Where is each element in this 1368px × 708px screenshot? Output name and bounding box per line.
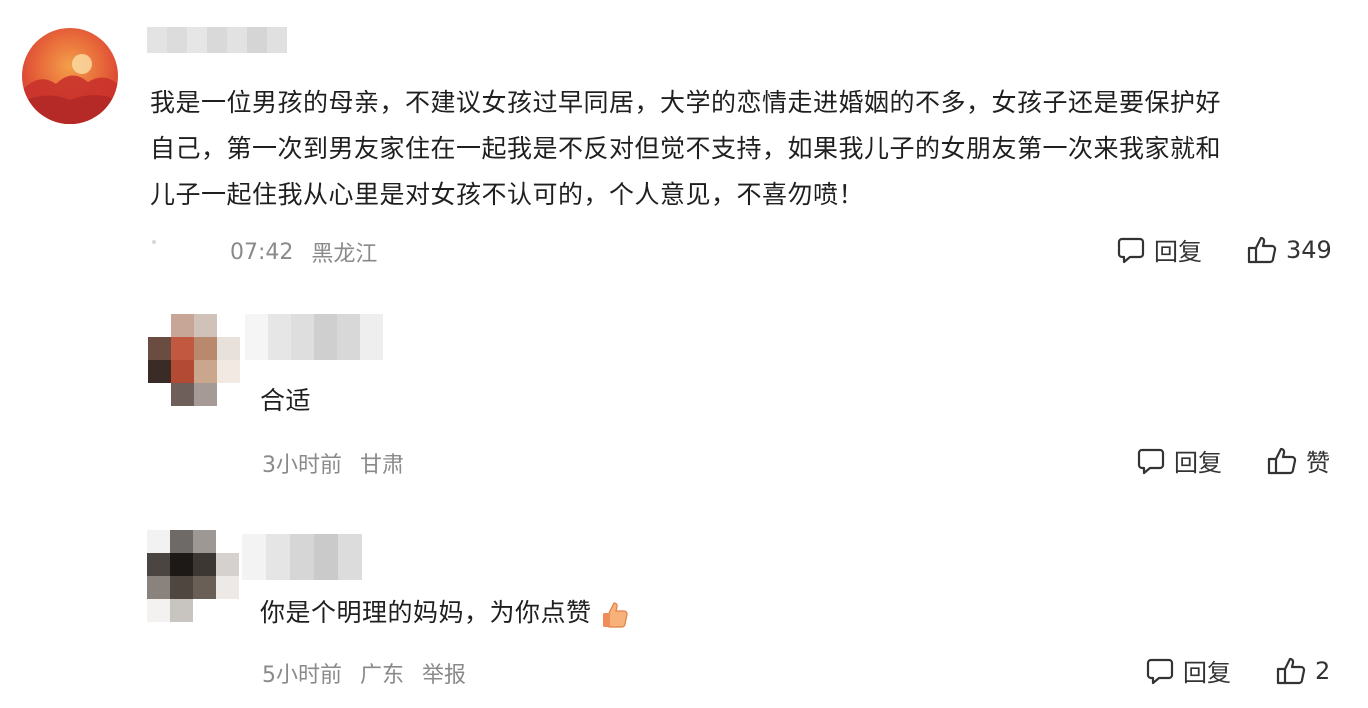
reply-label: 回复 [1174, 449, 1222, 477]
reply-button[interactable]: 回复 [1145, 653, 1231, 688]
like-label: 赞 [1306, 449, 1330, 477]
comment-bubble-icon [1137, 448, 1165, 474]
thumbs-up-icon [1267, 447, 1297, 474]
comment-meta: 3小时前 甘肃 [262, 447, 404, 479]
like-count: 349 [1286, 235, 1332, 264]
report-link[interactable]: 举报 [422, 657, 466, 689]
comment-bubble-icon [1146, 658, 1174, 684]
thumbs-up-emoji-icon [600, 598, 630, 628]
timestamp: 3小时前 [262, 453, 342, 478]
comment-actions: 回复 349 [1116, 232, 1332, 267]
comment-actions: 回复 赞 [1136, 443, 1330, 478]
location: 黑龙江 [311, 242, 378, 267]
comment-actions: 回复 2 [1145, 653, 1330, 688]
reply-label: 回复 [1183, 659, 1231, 687]
reply-label: 回复 [1154, 238, 1202, 266]
username-blurred[interactable] [147, 27, 287, 53]
thumbs-up-icon [1247, 236, 1277, 263]
timestamp: 07:42 [230, 239, 294, 265]
like-button[interactable]: 2 [1275, 655, 1330, 687]
reply-button[interactable]: 回复 [1116, 232, 1202, 267]
avatar[interactable] [22, 28, 118, 124]
reply-button[interactable]: 回复 [1136, 443, 1222, 478]
comment-text: 你是个明理的妈妈，为你点赞 [260, 590, 630, 636]
comment-item: 你是个明理的妈妈，为你点赞 5小时前 广东 举报 回复 2 [0, 510, 1368, 708]
sunset-avatar-icon [22, 28, 118, 124]
avatar[interactable] [147, 530, 239, 622]
comment-meta: 5小时前 广东 举报 [262, 657, 466, 689]
divider-dot [152, 240, 156, 244]
comment-list: 我是一位男孩的母亲，不建议女孩过早同居，大学的恋情走进婚姻的不多，女孩子还是要保… [0, 0, 1368, 708]
username-blurred[interactable] [242, 534, 362, 580]
thumbs-up-icon [1276, 657, 1306, 684]
comment-text: 我是一位男孩的母亲，不建议女孩过早同居，大学的恋情走进婚姻的不多，女孩子还是要保… [150, 88, 1222, 209]
comment-bubble-icon [1117, 237, 1145, 263]
username-blurred[interactable] [245, 314, 383, 360]
like-button[interactable]: 349 [1246, 234, 1332, 266]
comment-text: 合适 [260, 386, 312, 415]
comment-meta: 07:42 黑龙江 [230, 236, 377, 268]
like-button[interactable]: 赞 [1266, 443, 1330, 478]
timestamp: 5小时前 [262, 663, 342, 688]
like-count: 2 [1315, 656, 1331, 685]
comment-item: 我是一位男孩的母亲，不建议女孩过早同居，大学的恋情走进婚姻的不多，女孩子还是要保… [0, 0, 1368, 290]
avatar[interactable] [148, 314, 240, 406]
comment-item: 合适 3小时前 甘肃 回复 赞 [0, 300, 1368, 500]
location: 甘肃 [360, 453, 405, 478]
location: 广东 [360, 663, 405, 688]
